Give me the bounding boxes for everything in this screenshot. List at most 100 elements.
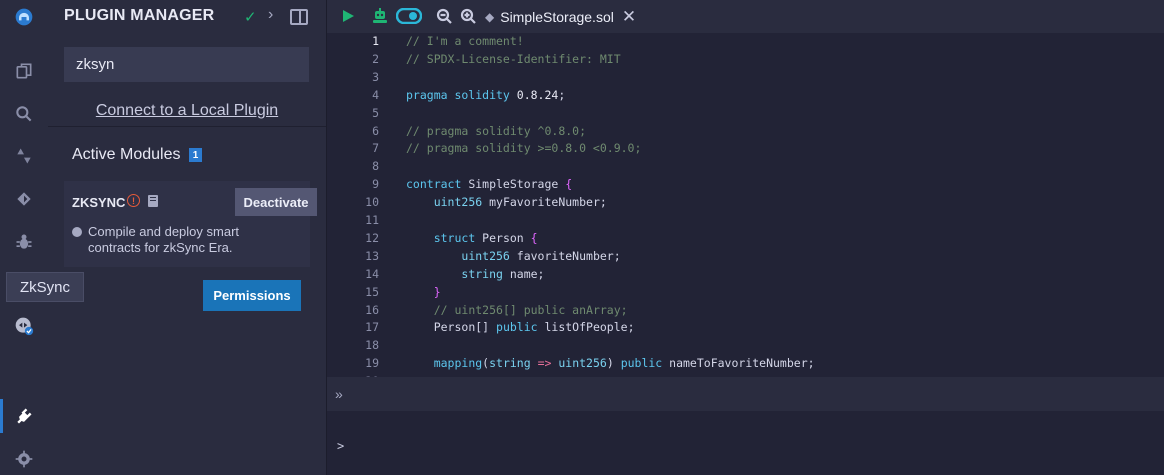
code-line[interactable]: 11 — [327, 212, 1164, 229]
debugger-icon[interactable] — [8, 226, 40, 258]
code-line[interactable]: 12 struct Person { — [327, 230, 1164, 247]
active-modules-count-badge: 1 — [189, 148, 202, 162]
line-number: 7 — [372, 141, 379, 156]
code-line[interactable]: 1 // I'm a comment! — [327, 33, 1164, 50]
code-token: struct — [433, 230, 483, 245]
line-number: 10 — [365, 195, 379, 210]
line-number: 1 — [372, 34, 379, 48]
code-token: string — [461, 266, 510, 281]
code-line[interactable]: 19 mapping(string => uint256) public nam… — [327, 355, 1164, 372]
deactivate-button[interactable]: Deactivate — [235, 188, 317, 216]
code-token: ; — [558, 87, 566, 102]
code-line[interactable]: 18 — [327, 337, 1164, 354]
code-text: struct Person { — [406, 230, 538, 247]
terminal[interactable]: > — [327, 411, 1164, 475]
code-token: listOfPeople; — [544, 320, 635, 335]
plugin-search-input[interactable] — [64, 47, 309, 82]
module-description: Compile and deploy smart contracts for z… — [88, 224, 240, 255]
code-line[interactable]: 14 string name; — [327, 266, 1164, 283]
code-line[interactable]: 8 — [327, 158, 1164, 175]
code-line[interactable]: 15 } — [327, 284, 1164, 301]
documentation-icon[interactable] — [148, 195, 158, 207]
code-token: // pragma solidity ^0.8.0; — [406, 123, 587, 138]
permissions-button[interactable]: Permissions — [203, 280, 301, 311]
terminal-prompt: > — [337, 439, 345, 453]
plugin-manager-icon[interactable] — [8, 400, 40, 432]
ai-assistant-icon[interactable] — [369, 5, 391, 27]
toggle-panel-icon[interactable] — [290, 9, 308, 25]
code-token: name; — [509, 266, 545, 281]
code-token: uint256 — [558, 356, 607, 371]
code-line[interactable]: 6 // pragma solidity ^0.8.0; — [327, 123, 1164, 140]
code-line[interactable]: 9 contract SimpleStorage { — [327, 176, 1164, 193]
run-icon[interactable] — [337, 5, 359, 27]
line-number: 14 — [365, 266, 379, 281]
code-line[interactable]: 2 // SPDX-License-Identifier: MIT — [327, 51, 1164, 68]
line-number: 2 — [372, 51, 379, 66]
code-token: Person — [482, 230, 531, 245]
code-line[interactable]: 7 // pragma solidity >=0.8.0 <0.9.0; — [327, 140, 1164, 157]
code-token: ) — [606, 356, 621, 371]
zoom-in-icon[interactable] — [457, 5, 479, 27]
line-number: 12 — [365, 230, 379, 245]
code-text: // uint256[] public anArray; — [406, 302, 628, 319]
warning-icon[interactable]: ! — [127, 194, 140, 207]
chevron-right-icon[interactable]: › — [268, 6, 273, 24]
code-line[interactable]: 17 Person[] public listOfPeople; — [327, 319, 1164, 336]
code-token: // pragma solidity >=0.8.0 <0.9.0; — [406, 141, 642, 156]
toggle-icon[interactable] — [395, 5, 423, 27]
file-explorer-icon[interactable] — [8, 55, 40, 87]
code-token: } — [433, 284, 441, 299]
editor-toolbar: ◆ SimpleStorage.sol ✕ — [327, 0, 1164, 33]
search-icon[interactable] — [8, 98, 40, 130]
code-text: mapping(string => uint256) public nameTo… — [406, 355, 815, 372]
close-icon[interactable]: ✕ — [622, 7, 636, 27]
code-line[interactable]: 16 // uint256[] public anArray; — [327, 302, 1164, 319]
code-token: nameToFavoriteNumber; — [669, 356, 815, 371]
code-token: public — [496, 320, 545, 335]
line-number: 5 — [372, 105, 379, 120]
solidity-compiler-icon[interactable] — [8, 140, 40, 172]
line-number: 8 — [372, 159, 379, 174]
code-token: myFavoriteNumber; — [489, 195, 607, 210]
deploy-run-icon[interactable] — [8, 183, 40, 215]
remix-logo-icon[interactable] — [8, 1, 40, 33]
code-line[interactable]: 5 — [327, 105, 1164, 122]
divider — [48, 126, 326, 127]
check-icon: ✓ — [244, 9, 257, 26]
code-line[interactable]: 4 pragma solidity 0.8.24; — [327, 87, 1164, 104]
editor-area: ◆ SimpleStorage.sol ✕ 1 // I'm a comment!… — [327, 0, 1164, 475]
code-text: // I'm a comment! — [406, 33, 524, 50]
code-token: Person[] — [433, 320, 497, 335]
solidity-file-icon: ◆ — [485, 9, 495, 24]
settings-gear-icon[interactable] — [8, 443, 40, 475]
code-line[interactable]: 13 uint256 favoriteNumber; — [327, 248, 1164, 265]
code-token: { — [530, 230, 538, 245]
line-number: 11 — [365, 213, 379, 227]
line-number: 17 — [365, 320, 379, 335]
code-line[interactable]: 3 — [327, 69, 1164, 86]
code-text: string name; — [406, 266, 544, 283]
connect-local-plugin-link[interactable]: Connect to a Local Plugin — [48, 102, 326, 120]
active-modules-heading: Active Modules — [72, 146, 181, 163]
line-number: 19 — [365, 356, 379, 371]
code-text: Person[] public listOfPeople; — [406, 319, 635, 336]
code-token: { — [565, 177, 573, 192]
code-token: favoriteNumber; — [516, 248, 621, 263]
line-number: 4 — [372, 87, 379, 102]
plugin-manager-panel: PLUGIN MANAGER ✓ › Connect to a Local Pl… — [48, 0, 327, 475]
code-editor[interactable]: 1 // I'm a comment! 2 // SPDX-License-Ident… — [327, 33, 1164, 377]
zoom-out-icon[interactable] — [433, 5, 455, 27]
zksync-plugin-icon[interactable] — [8, 310, 40, 342]
collapse-terminal-icon[interactable]: » — [335, 386, 343, 402]
code-line[interactable]: 10 uint256 myFavoriteNumber; — [327, 194, 1164, 211]
code-text: contract SimpleStorage { — [406, 176, 572, 193]
editor-tab[interactable]: ◆ SimpleStorage.sol ✕ — [485, 0, 636, 33]
code-text: } — [406, 284, 441, 301]
